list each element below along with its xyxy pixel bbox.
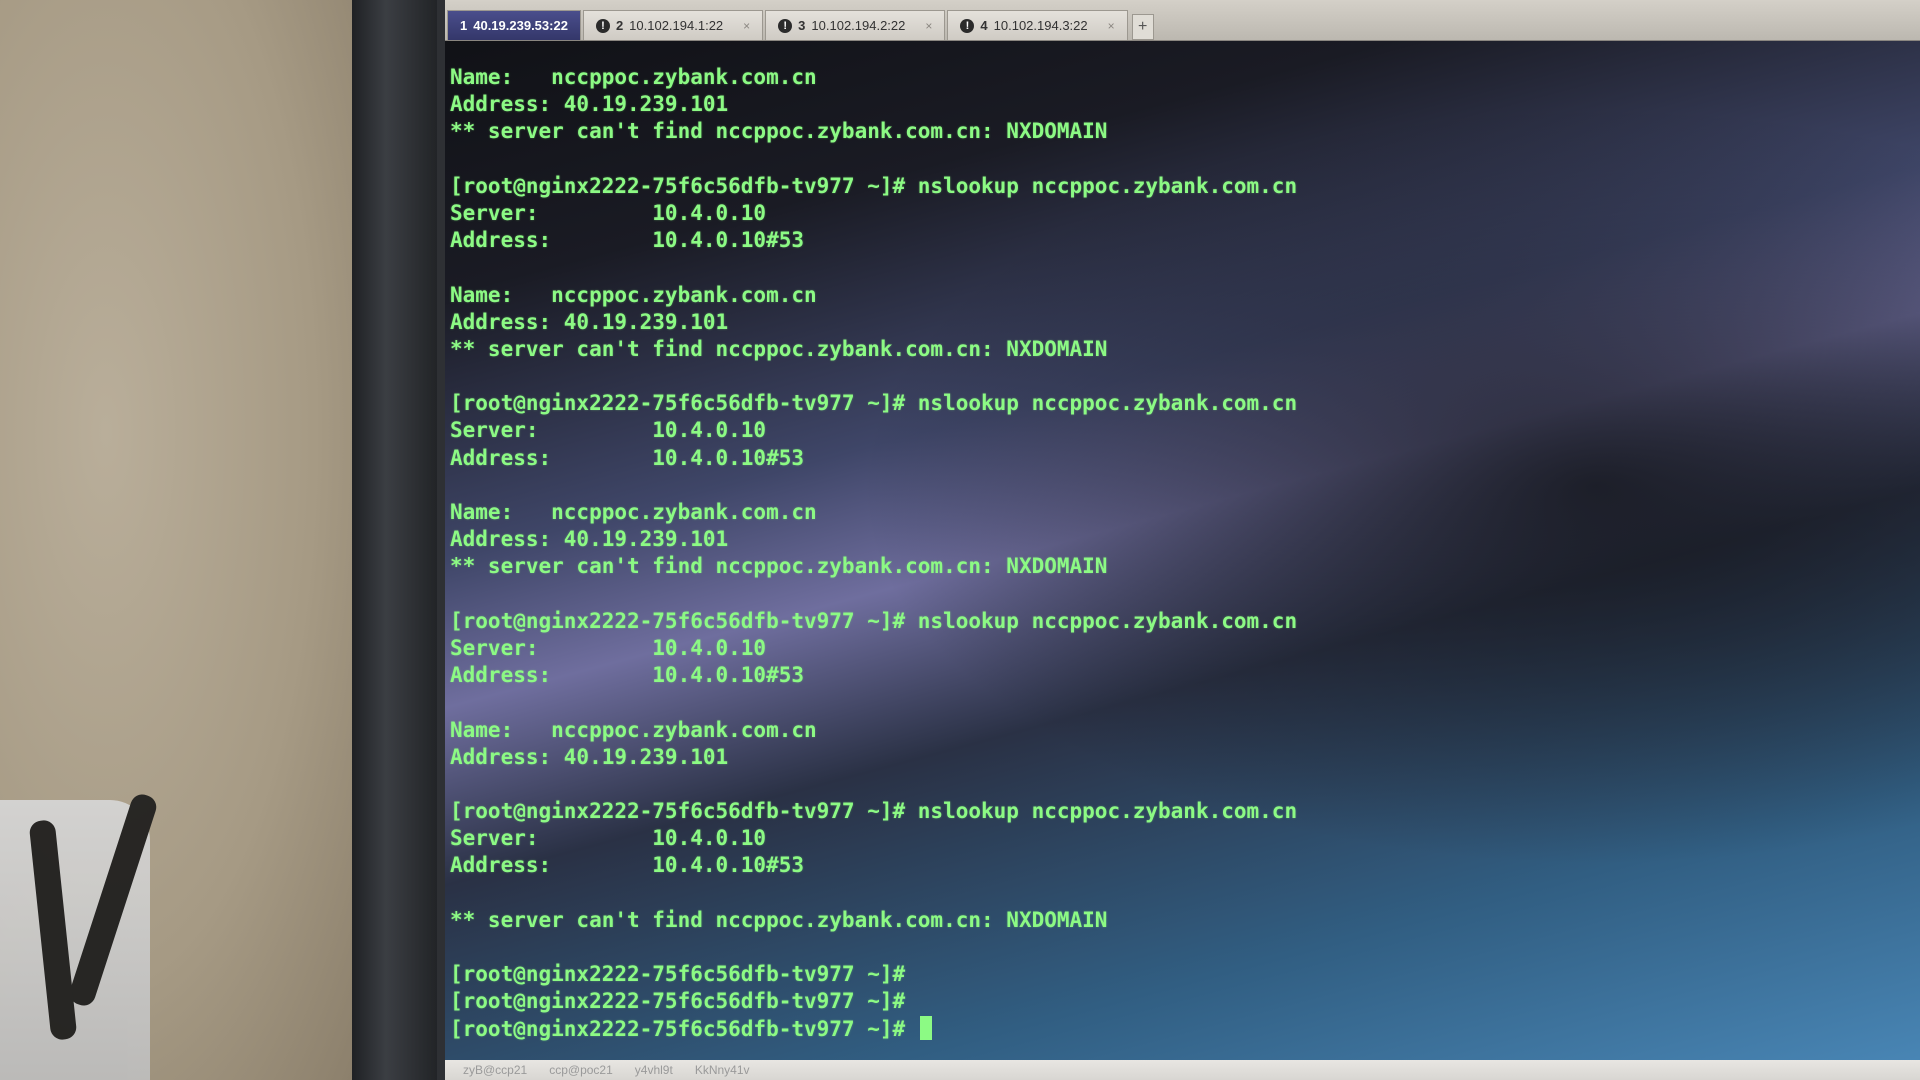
status-item: y4vhl9t xyxy=(634,1063,673,1077)
terminal-line: [root@nginx2222-75f6c56dfb-tv977 ~]# nsl… xyxy=(450,173,1298,198)
tab-bar: 1 40.19.239.53:22 ! 2 10.102.194.1:22 × … xyxy=(445,0,1920,41)
status-item: KkNny41v xyxy=(694,1063,750,1077)
terminal-prompt-line[interactable]: [root@nginx2222-75f6c56dfb-tv977 ~]# xyxy=(450,1015,1910,1043)
terminal-line: [root@nginx2222-75f6c56dfb-tv977 ~]# nsl… xyxy=(450,608,1298,633)
tab-label: 40.19.239.53:22 xyxy=(473,18,568,33)
terminal-line: Server: 10.4.0.10 xyxy=(450,200,767,225)
close-icon[interactable]: × xyxy=(743,19,750,33)
close-icon[interactable]: × xyxy=(1108,19,1115,33)
terminal-line: Server: 10.4.0.10 xyxy=(450,418,767,443)
terminal-line: [root@nginx2222-75f6c56dfb-tv977 ~]# xyxy=(450,989,906,1014)
terminal-output[interactable]: Name: nccppoc.zybank.com.cn Address: 40.1… xyxy=(450,64,1910,1043)
status-bar: zyB@ccp21 ccp@poc21 y4vhl9t KkNny41v xyxy=(445,1060,1920,1080)
shell-prompt: [root@nginx2222-75f6c56dfb-tv977 ~]# xyxy=(450,1016,918,1041)
tab-number: 2 xyxy=(615,18,624,33)
tab-session-2[interactable]: ! 2 10.102.194.1:22 × xyxy=(582,10,764,40)
terminal-line: Address: 10.4.0.10#53 xyxy=(450,445,805,470)
terminal-line: Address: 40.19.239.101 xyxy=(450,527,729,552)
status-item: zyB@ccp21 xyxy=(463,1063,528,1077)
terminal-line: [root@nginx2222-75f6c56dfb-tv977 ~]# nsl… xyxy=(450,799,1298,824)
terminal-line: Address: 10.4.0.10#53 xyxy=(450,228,805,253)
terminal-line: Address: 40.19.239.101 xyxy=(450,92,729,117)
tab-number: 4 xyxy=(980,18,988,33)
status-item: ccp@poc21 xyxy=(549,1063,613,1077)
tab-session-1[interactable]: 1 40.19.239.53:22 xyxy=(447,10,581,40)
terminal-window: 1 40.19.239.53:22 ! 2 10.102.194.1:22 × … xyxy=(445,0,1920,1080)
warning-icon: ! xyxy=(595,18,610,33)
terminal-line: ** server can't find nccppoc.zybank.com.… xyxy=(450,554,1108,579)
warning-icon: ! xyxy=(960,18,975,33)
terminal-line: Server: 10.4.0.10 xyxy=(450,635,767,660)
terminal-line: Name: nccppoc.zybank.com.cn xyxy=(450,717,817,742)
tab-label: 10.102.194.1:22 xyxy=(629,18,724,33)
terminal-line: Address: 40.19.239.101 xyxy=(450,744,729,769)
terminal-line: Address: 10.4.0.10#53 xyxy=(450,853,805,878)
tab-label: 10.102.194.3:22 xyxy=(993,18,1088,33)
terminal-line: [root@nginx2222-75f6c56dfb-tv977 ~]# xyxy=(450,962,906,987)
terminal-line: Name: nccppoc.zybank.com.cn xyxy=(450,282,817,307)
new-tab-button[interactable]: + xyxy=(1131,14,1154,40)
tab-number: 1 xyxy=(460,18,468,33)
warning-icon: ! xyxy=(778,18,793,33)
pen xyxy=(28,819,78,1041)
terminal-line: Address: 40.19.239.101 xyxy=(450,309,729,334)
terminal-line: ** server can't find nccppoc.zybank.com.… xyxy=(450,907,1108,932)
tab-session-3[interactable]: ! 3 10.102.194.2:22 × xyxy=(765,10,946,40)
terminal-line: [root@nginx2222-75f6c56dfb-tv977 ~]# nsl… xyxy=(450,391,1298,416)
terminal-line: ** server can't find nccppoc.zybank.com.… xyxy=(450,336,1108,361)
terminal-line: Name: nccppoc.zybank.com.cn xyxy=(450,500,817,524)
pen-holder xyxy=(0,791,160,1080)
tab-label: 10.102.194.2:22 xyxy=(811,18,906,33)
tab-number: 3 xyxy=(798,18,806,33)
terminal-line: ** server can't find nccppoc.zybank.com.… xyxy=(450,119,1108,144)
terminal-line: Name: nccppoc.zybank.com.cn xyxy=(450,65,817,89)
text-cursor xyxy=(919,1015,932,1040)
tab-session-4[interactable]: ! 4 10.102.194.3:22 × xyxy=(947,10,1128,40)
terminal-line: Address: 10.4.0.10#53 xyxy=(450,663,805,688)
pen xyxy=(66,791,160,1009)
terminal-line: Server: 10.4.0.10 xyxy=(450,826,767,851)
close-icon[interactable]: × xyxy=(925,19,932,33)
